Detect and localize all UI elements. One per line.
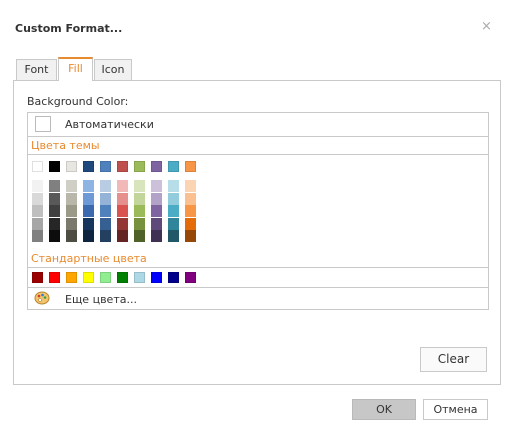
cancel-button[interactable]: Отмена — [423, 399, 488, 420]
theme-shade-swatch[interactable] — [151, 230, 162, 242]
color-palette: Автоматически Цвета темы Стандартные цве… — [27, 112, 489, 310]
theme-shade-swatch[interactable] — [117, 192, 128, 205]
standard-color-swatch[interactable] — [151, 272, 162, 283]
theme-shade-swatch[interactable] — [134, 192, 145, 205]
more-colors-option[interactable]: Еще цвета... — [28, 287, 488, 310]
theme-shade-swatch[interactable] — [134, 217, 145, 230]
dialog-title: Custom Format... — [15, 22, 123, 35]
theme-shade-swatch[interactable] — [185, 180, 196, 192]
theme-shade-swatch[interactable] — [185, 192, 196, 205]
standard-color-swatch[interactable] — [32, 272, 43, 283]
theme-shade-swatch[interactable] — [49, 192, 60, 205]
theme-color-swatch[interactable] — [100, 161, 111, 172]
theme-shade-swatch[interactable] — [100, 205, 111, 217]
standard-colors-header: Стандартные цвета — [28, 250, 488, 268]
theme-shade-swatch[interactable] — [134, 180, 145, 192]
theme-shade-swatch[interactable] — [66, 230, 77, 242]
theme-shade-swatch[interactable] — [185, 230, 196, 242]
theme-shade-swatch[interactable] — [66, 192, 77, 205]
theme-shade-swatch[interactable] — [151, 205, 162, 217]
theme-shade-swatch[interactable] — [66, 205, 77, 217]
theme-color-swatch[interactable] — [168, 161, 179, 172]
fill-panel: Background Color: Автоматически Цвета те… — [13, 80, 501, 385]
standard-color-swatch[interactable] — [100, 272, 111, 283]
more-colors-label: Еще цвета... — [65, 293, 137, 306]
theme-color-swatch[interactable] — [117, 161, 128, 172]
theme-shade-swatch[interactable] — [32, 205, 43, 217]
tab-fill[interactable]: Fill — [58, 57, 93, 81]
theme-color-swatch[interactable] — [49, 161, 60, 172]
theme-shade-swatch[interactable] — [49, 180, 60, 192]
theme-shade-swatch[interactable] — [49, 217, 60, 230]
theme-shade-swatch[interactable] — [168, 205, 179, 217]
theme-color-swatch[interactable] — [151, 161, 162, 172]
standard-color-swatch[interactable] — [134, 272, 145, 283]
theme-shade-swatch[interactable] — [66, 217, 77, 230]
theme-shade-swatch[interactable] — [83, 230, 94, 242]
palette-icon — [34, 291, 50, 308]
theme-shade-swatch[interactable] — [151, 192, 162, 205]
theme-shade-swatch[interactable] — [32, 192, 43, 205]
theme-shade-swatch[interactable] — [168, 180, 179, 192]
tab-font[interactable]: Font — [16, 59, 57, 80]
theme-shade-swatch[interactable] — [168, 217, 179, 230]
standard-color-swatch[interactable] — [117, 272, 128, 283]
standard-color-swatch[interactable] — [66, 272, 77, 283]
theme-shade-swatch[interactable] — [151, 180, 162, 192]
theme-shade-swatch[interactable] — [117, 205, 128, 217]
theme-color-swatch[interactable] — [66, 161, 77, 172]
theme-shade-swatch[interactable] — [117, 180, 128, 192]
theme-shade-swatch[interactable] — [83, 180, 94, 192]
tab-icon[interactable]: Icon — [94, 59, 132, 80]
theme-color-swatch[interactable] — [32, 161, 43, 172]
theme-shade-swatch[interactable] — [134, 230, 145, 242]
theme-shade-swatch[interactable] — [100, 230, 111, 242]
theme-shade-swatch[interactable] — [32, 180, 43, 192]
background-color-label: Background Color: — [27, 95, 129, 108]
theme-shade-swatch[interactable] — [151, 217, 162, 230]
standard-color-swatch[interactable] — [83, 272, 94, 283]
standard-color-swatch[interactable] — [185, 272, 196, 283]
theme-color-swatch[interactable] — [83, 161, 94, 172]
theme-color-swatch[interactable] — [134, 161, 145, 172]
theme-shade-swatch[interactable] — [185, 205, 196, 217]
theme-shade-swatch[interactable] — [185, 217, 196, 230]
theme-shade-swatch[interactable] — [100, 180, 111, 192]
theme-shade-swatch[interactable] — [100, 192, 111, 205]
theme-shade-swatch[interactable] — [83, 192, 94, 205]
clear-button[interactable]: Clear — [420, 347, 487, 372]
theme-shade-swatch[interactable] — [100, 217, 111, 230]
automatic-color-label: Автоматически — [65, 118, 154, 131]
theme-shade-swatch[interactable] — [117, 217, 128, 230]
theme-shade-swatch[interactable] — [66, 180, 77, 192]
theme-colors-header: Цвета темы — [28, 137, 488, 155]
theme-shade-swatch[interactable] — [32, 217, 43, 230]
theme-shade-swatch[interactable] — [168, 192, 179, 205]
theme-shade-swatch[interactable] — [83, 205, 94, 217]
close-icon[interactable]: × — [481, 19, 492, 34]
ok-button[interactable]: OK — [352, 399, 416, 420]
standard-color-swatch[interactable] — [168, 272, 179, 283]
theme-shade-swatch[interactable] — [117, 230, 128, 242]
standard-color-swatch[interactable] — [49, 272, 60, 283]
automatic-color-swatch — [35, 116, 51, 132]
theme-shade-swatch[interactable] — [83, 217, 94, 230]
theme-shade-swatch[interactable] — [134, 205, 145, 217]
theme-color-swatch[interactable] — [185, 161, 196, 172]
automatic-color-option[interactable]: Автоматически — [28, 113, 488, 137]
theme-shade-swatch[interactable] — [49, 205, 60, 217]
theme-shade-swatch[interactable] — [168, 230, 179, 242]
theme-shade-swatch[interactable] — [49, 230, 60, 242]
theme-shade-swatch[interactable] — [32, 230, 43, 242]
